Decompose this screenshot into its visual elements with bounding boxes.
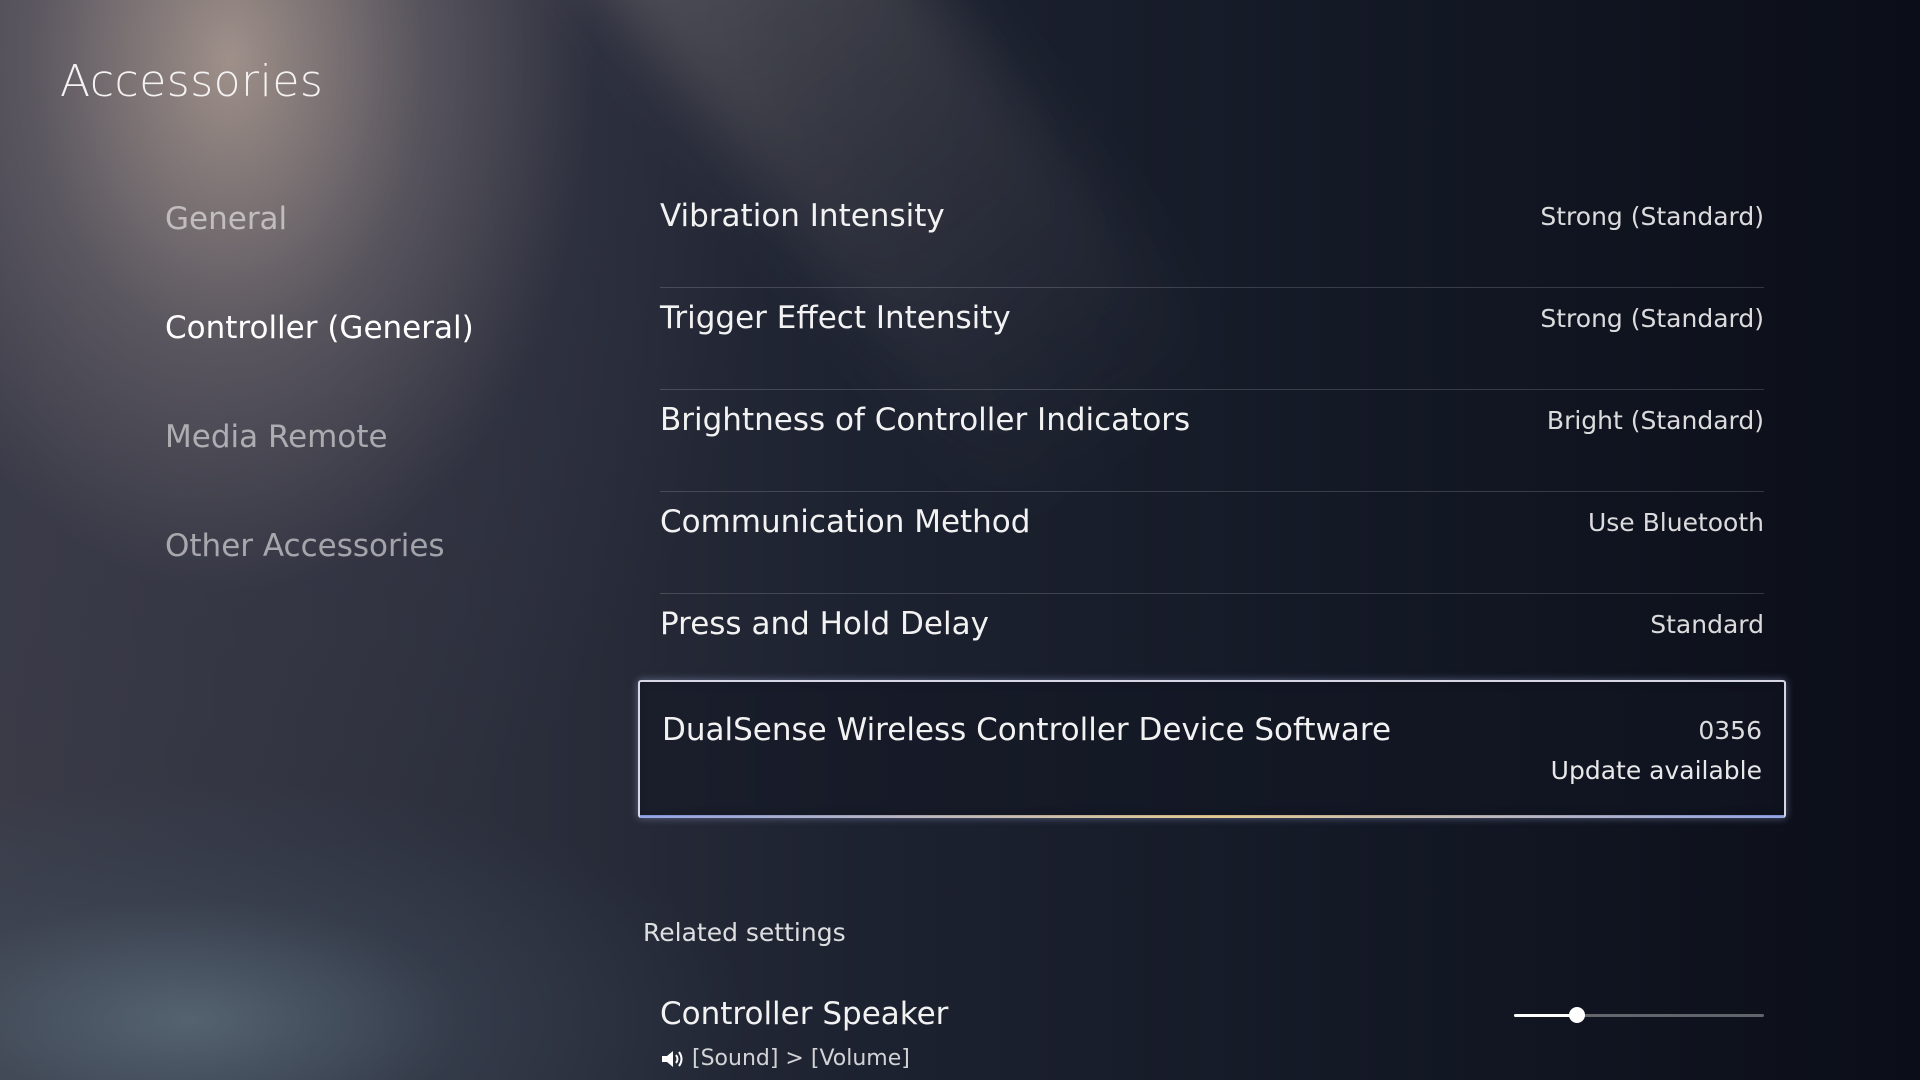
related-controller-speaker[interactable]: Controller Speaker [Sound] > [Volume] <box>660 996 1764 1080</box>
setting-label: Communication Method <box>660 504 1031 540</box>
slider-fill <box>1514 1014 1577 1017</box>
sidebar-item-media-remote[interactable]: Media Remote <box>165 414 474 523</box>
setting-value: Strong (Standard) <box>1540 304 1764 333</box>
slider-thumb[interactable] <box>1568 1007 1585 1023</box>
selection-glow <box>640 815 1784 818</box>
setting-label: Brightness of Controller Indicators <box>660 402 1191 438</box>
sidebar-item-general[interactable]: General <box>165 196 474 305</box>
setting-device-software-selected[interactable]: DualSense Wireless Controller Device Sof… <box>638 680 1786 818</box>
setting-label: Vibration Intensity <box>660 198 945 234</box>
update-status: Update available <box>1550 756 1762 785</box>
setting-communication-method[interactable]: Communication Method Use Bluetooth <box>660 492 1764 594</box>
related-path: [Sound] > [Volume] <box>660 1046 910 1071</box>
setting-label: DualSense Wireless Controller Device Sof… <box>662 712 1392 748</box>
speaker-icon <box>662 1050 683 1067</box>
sidebar-item-other-accessories[interactable]: Other Accessories <box>165 523 474 632</box>
setting-label: Trigger Effect Intensity <box>660 300 1011 336</box>
related-path-text: [Sound] > [Volume] <box>692 1046 910 1071</box>
setting-vibration-intensity[interactable]: Vibration Intensity Strong (Standard) <box>660 186 1764 288</box>
page-title: Accessories <box>60 56 324 107</box>
setting-value: Strong (Standard) <box>1540 202 1764 231</box>
software-version: 0356 <box>1698 716 1762 745</box>
settings-list: Vibration Intensity Strong (Standard) Tr… <box>638 186 1786 818</box>
volume-slider[interactable] <box>1514 1007 1764 1023</box>
setting-value: Use Bluetooth <box>1587 508 1764 537</box>
setting-value: Bright (Standard) <box>1546 406 1764 435</box>
sidebar: General Controller (General) Media Remot… <box>165 196 474 632</box>
setting-label: Press and Hold Delay <box>660 606 989 642</box>
setting-value: Standard <box>1650 610 1764 639</box>
setting-trigger-effect-intensity[interactable]: Trigger Effect Intensity Strong (Standar… <box>660 288 1764 390</box>
setting-brightness-controller-indicators[interactable]: Brightness of Controller Indicators Brig… <box>660 390 1764 492</box>
sidebar-item-controller-general[interactable]: Controller (General) <box>165 305 474 414</box>
related-label: Controller Speaker <box>660 996 949 1032</box>
related-settings-heading: Related settings <box>643 918 846 947</box>
